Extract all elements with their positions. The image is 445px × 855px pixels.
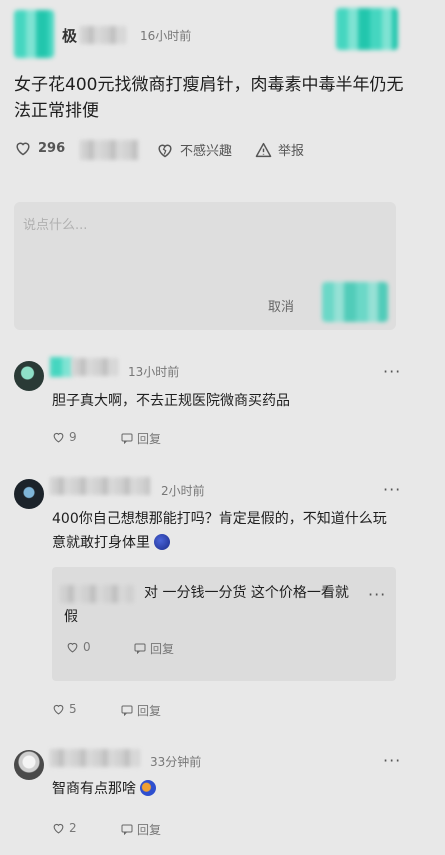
broken-heart-icon <box>158 144 172 157</box>
comment-like-button[interactable]: 9 <box>52 430 77 444</box>
reply-icon <box>121 824 133 835</box>
comment-input-placeholder[interactable]: 说点什么... <box>23 214 87 233</box>
commenter-name-blur[interactable] <box>50 477 150 495</box>
reply-label: 回复 <box>137 432 162 446</box>
avatar[interactable] <box>14 750 44 780</box>
report-button[interactable]: 举报 <box>255 140 304 159</box>
comment-time: 33分钟前 <box>150 755 202 769</box>
cancel-button[interactable]: 取消 <box>268 296 294 315</box>
comment-text: 智商有点那啥 <box>52 777 156 801</box>
share-blur[interactable] <box>80 140 138 160</box>
reply-text: 对 一分钱一分货 这个价格一看就假 <box>64 585 349 625</box>
heart-icon <box>53 432 64 443</box>
reply-icon <box>121 705 133 716</box>
like-count: 296 <box>38 140 66 156</box>
comment-like-count: 9 <box>69 430 77 444</box>
comment-like-button[interactable]: 2 <box>52 821 77 835</box>
report-label: 举报 <box>278 144 305 159</box>
more-options-icon[interactable]: ··· <box>383 480 401 499</box>
comment-like-count: 5 <box>69 702 77 716</box>
comment-reply-button[interactable]: 回复 <box>121 430 161 447</box>
facepalm-emoji-icon <box>140 780 156 796</box>
commenter-name-blur[interactable] <box>72 358 118 376</box>
like-button[interactable]: 296 <box>14 140 65 156</box>
send-button[interactable] <box>322 282 388 322</box>
reply-label: 回复 <box>137 704 162 718</box>
follow-button[interactable] <box>336 8 398 50</box>
reply-icon <box>134 643 146 654</box>
comment-text: 400你自己想想那能打吗？肯定是假的，不知道什么玩意就敢打身体里 <box>52 507 396 555</box>
post-actions: 296 不感兴趣 举报 <box>14 140 374 162</box>
warning-icon <box>255 142 272 157</box>
not-interested-button[interactable]: 不感兴趣 <box>156 140 232 159</box>
comment-like-count: 2 <box>69 821 77 835</box>
author-avatar[interactable] <box>14 10 54 58</box>
comment-time: 2小时前 <box>161 484 205 498</box>
post-title: 女子花400元找微商打瘦肩针，肉毒素中毒半年仍无法正常排便 <box>14 75 404 121</box>
comment-text-content: 智商有点那啥 <box>52 781 136 797</box>
comment-text-content: 400你自己想想那能打吗？肯定是假的，不知道什么玩意就敢打身体里 <box>52 511 387 551</box>
comment-text: 胆子真大啊，不去正规医院微商买药品 <box>52 393 290 409</box>
author-name[interactable]: 极 <box>62 25 77 46</box>
avatar[interactable] <box>14 479 44 509</box>
comment-like-button[interactable]: 5 <box>52 702 77 716</box>
reply-like-count: 0 <box>83 640 91 654</box>
reply-like-button[interactable]: 0 <box>66 640 91 654</box>
reply-label: 回复 <box>150 642 175 656</box>
avatar[interactable] <box>14 361 44 391</box>
author-initial: 极 <box>62 27 78 45</box>
more-options-icon[interactable]: ··· <box>383 751 401 770</box>
reply-reply-button[interactable]: 回复 <box>134 640 174 657</box>
heart-icon <box>53 704 64 715</box>
more-options-icon[interactable]: ··· <box>368 585 386 604</box>
author-name-blur <box>80 26 126 44</box>
post-time: 16小时前 <box>140 29 192 43</box>
reply-icon <box>121 433 133 444</box>
comment-reply-button[interactable]: 回复 <box>121 702 161 719</box>
nested-reply: 对 一分钱一分货 这个价格一看就假 ··· 0 回复 <box>52 567 396 681</box>
heart-icon <box>67 642 78 653</box>
not-interested-label: 不感兴趣 <box>180 144 233 159</box>
commenter-name-blur[interactable] <box>50 749 140 767</box>
more-options-icon[interactable]: ··· <box>383 362 401 381</box>
commenter-name-blur[interactable] <box>50 357 72 377</box>
heart-icon <box>16 142 30 156</box>
reply-label: 回复 <box>137 823 162 837</box>
comment-time: 13小时前 <box>128 365 180 379</box>
heart-icon <box>53 823 64 834</box>
comment-reply-button[interactable]: 回复 <box>121 821 161 838</box>
comment-input-box[interactable]: 说点什么... 取消 <box>14 202 396 330</box>
angry-emoji-icon <box>154 534 170 550</box>
